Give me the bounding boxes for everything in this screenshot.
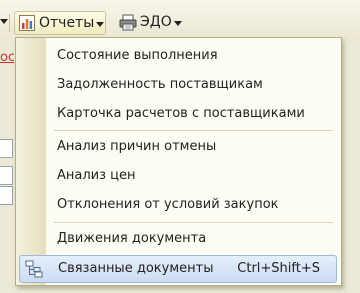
menu-item-cancellation-analysis[interactable]: Анализ причин отмены — [16, 133, 341, 162]
menu-item-linked-documents[interactable]: Связанные документы Ctrl+Shift+S — [19, 255, 337, 283]
edo-menu-button[interactable]: ЭДО — [116, 11, 186, 35]
background-input-field[interactable] — [0, 139, 13, 158]
menu-separator — [54, 130, 333, 131]
chevron-down-icon — [96, 22, 104, 27]
background-input-field[interactable] — [0, 166, 13, 185]
menu-item-price-analysis[interactable]: Анализ цен — [16, 162, 341, 191]
menu-item-label: Задолженность поставщикам — [57, 77, 263, 92]
menu-item-label: Анализ причин отмены — [57, 139, 217, 154]
linked-documents-icon — [25, 260, 43, 278]
toolbar-separator — [9, 14, 10, 32]
printer-icon — [119, 14, 137, 31]
menu-item-label: Связанные документы — [58, 261, 214, 276]
menu-separator — [54, 222, 333, 223]
menu-item-label: Анализ цен — [57, 168, 136, 183]
menu-item-purchase-deviations[interactable]: Отклонения от условий закупок — [16, 191, 341, 220]
chevron-down-icon[interactable] — [0, 19, 8, 24]
chevron-down-icon — [174, 21, 182, 26]
edo-menu-label: ЭДО — [140, 14, 172, 30]
menu-item-label: Отклонения от условий закупок — [57, 197, 279, 212]
reports-menu-button[interactable]: Отчеты — [14, 11, 106, 35]
menu-item-shortcut: Ctrl+Shift+S — [237, 261, 320, 276]
menu-item-label: Карточка расчетов с поставщиками — [57, 106, 305, 121]
background-link[interactable]: ос — [0, 50, 14, 65]
reports-chart-icon — [19, 15, 35, 31]
reports-dropdown-menu: Состояние выполнения Задолженность поста… — [15, 37, 342, 286]
menu-item-supplier-debt[interactable]: Задолженность поставщикам — [16, 71, 341, 100]
menu-item-label: Состояние выполнения — [57, 48, 218, 63]
menu-item-document-movements[interactable]: Движения документа — [16, 225, 341, 254]
app-window: Отчеты ЭДО ос Состояние выполнения Задол… — [0, 0, 360, 293]
menu-item-label: Движения документа — [57, 231, 207, 246]
background-input-field[interactable] — [0, 186, 13, 205]
toolbar: Отчеты ЭДО — [0, 0, 360, 40]
menu-item-execution-status[interactable]: Состояние выполнения — [16, 42, 341, 71]
menu-item-supplier-settlement-card[interactable]: Карточка расчетов с поставщиками — [16, 100, 341, 129]
reports-menu-label: Отчеты — [39, 15, 95, 31]
